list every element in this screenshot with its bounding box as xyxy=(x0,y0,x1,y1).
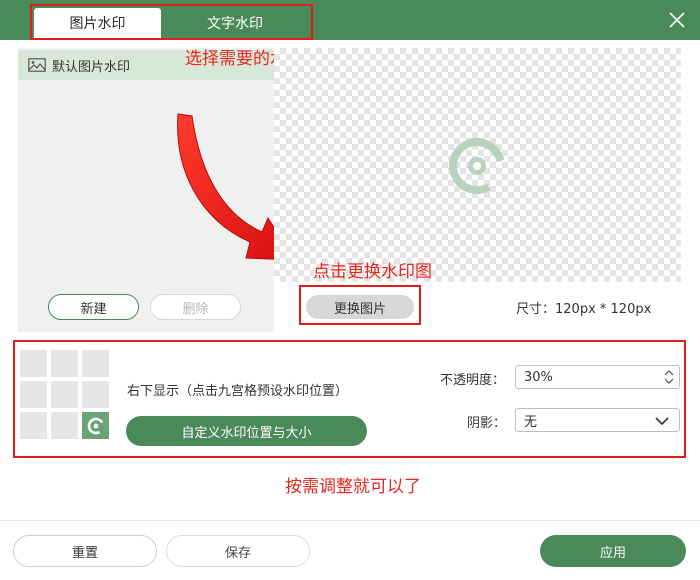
opacity-spinbox[interactable]: 30% xyxy=(515,365,680,389)
grid-cell-top-left[interactable] xyxy=(20,350,47,377)
image-size-text: 尺寸：120px * 120px xyxy=(516,302,652,317)
shadow-label: 阴影： xyxy=(467,416,507,431)
opacity-value: 30% xyxy=(524,369,553,385)
custom-position-button[interactable]: 自定义水印位置与大小 xyxy=(126,416,367,446)
grid-cell-middle-left[interactable] xyxy=(20,381,47,408)
grid-cell-bottom-left[interactable] xyxy=(20,412,47,439)
list-item-label: 默认图片水印 xyxy=(52,59,131,75)
chevron-down-icon xyxy=(655,417,669,426)
grid-cell-middle-right[interactable] xyxy=(82,381,109,408)
apply-button[interactable]: 应用 xyxy=(540,535,686,567)
shadow-value: 无 xyxy=(524,414,538,430)
save-button[interactable]: 保存 xyxy=(166,535,310,567)
annotation-adjust: 按需调整就可以了 xyxy=(285,477,421,497)
watermark-logo-icon xyxy=(449,138,505,194)
grid-cell-bottom-center[interactable] xyxy=(51,412,78,439)
image-icon xyxy=(28,58,46,72)
grid-cell-top-center[interactable] xyxy=(51,350,78,377)
grid-cell-top-right[interactable] xyxy=(82,350,109,377)
tab-image-watermark[interactable]: 图片水印 xyxy=(34,8,161,38)
opacity-label: 不透明度： xyxy=(440,373,506,388)
tab-text-watermark[interactable]: 文字水印 xyxy=(161,8,309,38)
watermark-mini-icon xyxy=(87,417,104,434)
grid-cell-bottom-right[interactable] xyxy=(82,412,109,439)
change-image-button[interactable]: 更换图片 xyxy=(306,295,414,319)
shadow-select[interactable]: 无 xyxy=(515,408,680,432)
grid-cell-middle-center[interactable] xyxy=(51,381,78,408)
delete-button[interactable]: 删除 xyxy=(150,294,241,320)
annotation-click-change: 点击更换水印图 xyxy=(313,262,432,282)
reset-button[interactable]: 重置 xyxy=(13,535,157,567)
spin-arrows-icon[interactable] xyxy=(663,368,675,386)
footer-divider xyxy=(0,520,700,521)
position-description: 右下显示（点击九宫格预设水印位置） xyxy=(127,384,349,399)
close-icon[interactable] xyxy=(668,11,686,29)
new-button[interactable]: 新建 xyxy=(48,294,139,320)
